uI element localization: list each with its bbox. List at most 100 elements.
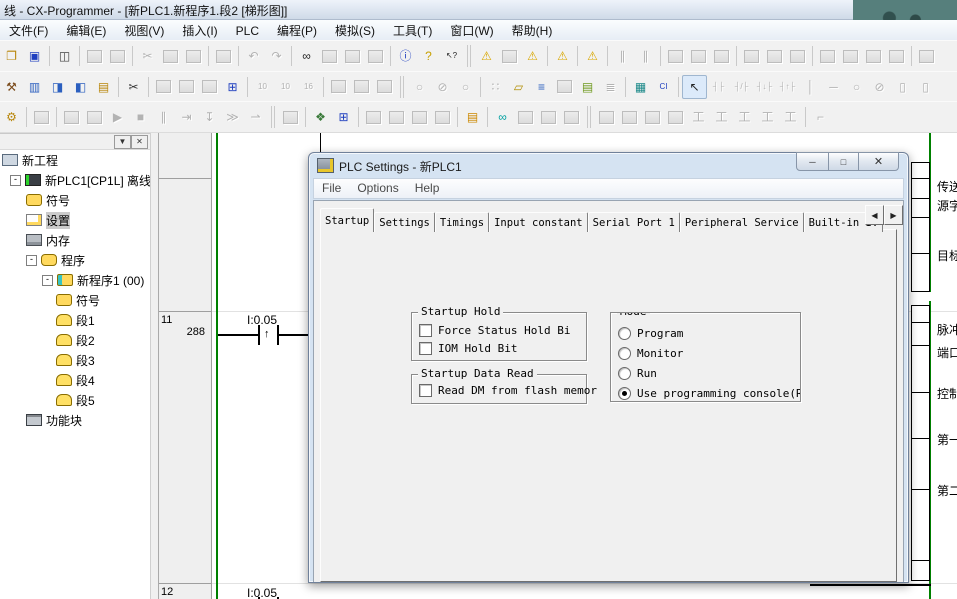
rung-11-contact-bar[interactable] xyxy=(277,325,279,345)
address-list-button[interactable]: ≡ xyxy=(530,76,553,98)
ladder-view-button[interactable]: ▤ xyxy=(576,76,599,98)
tree-item-label: 程序 xyxy=(61,252,85,269)
checkbox[interactable] xyxy=(419,324,432,337)
tree-item-段1[interactable]: 段1 xyxy=(0,310,150,330)
context-help-button[interactable]: ↖? xyxy=(440,45,463,67)
radio[interactable] xyxy=(618,327,631,340)
tree-expander[interactable]: - xyxy=(26,255,37,266)
rung-11-contact-bar[interactable] xyxy=(258,325,260,345)
new-instruction-detail-icon: ▯ xyxy=(922,81,929,93)
tab-scroll-left-button[interactable]: ◀ xyxy=(865,205,884,225)
dialog-title-bar[interactable]: PLC Settings - 新PLC1 ─□✕ xyxy=(309,153,908,178)
zoom-reset-icon: ⊘ xyxy=(437,81,447,93)
tree-item-新程序1 (00)[interactable]: -新程序1 (00) xyxy=(0,270,150,290)
compile-program-check-button[interactable]: ◫ xyxy=(53,45,76,67)
monitor-hex-icon: 16 xyxy=(304,83,313,91)
menu-item[interactable]: PLC xyxy=(227,22,268,42)
cut-icon: ✂ xyxy=(142,50,152,62)
rung-number-column: 11 288 12 xyxy=(157,133,212,599)
find-warning-button[interactable]: ⚠ xyxy=(521,45,544,67)
tab-input-constant[interactable]: Input constant xyxy=(489,212,588,232)
symbol-table-button[interactable]: ▦ xyxy=(629,76,652,98)
panel-splitter[interactable] xyxy=(150,133,159,599)
menu-item[interactable]: 视图(V) xyxy=(115,20,173,40)
tree-item-新PLC1[CP1L] 离线[interactable]: -新PLC1[CP1L] 离线 xyxy=(0,170,150,190)
transfer-warning-button[interactable]: ⚠ xyxy=(551,45,574,67)
tree-item-新工程[interactable]: 新工程 xyxy=(0,150,150,170)
menu-item[interactable]: 帮助(H) xyxy=(503,20,562,40)
transfer-options-icon: ⊞ xyxy=(338,111,348,123)
monitor-decimal-button: 10 xyxy=(251,76,274,98)
close-button[interactable]: ✕ xyxy=(858,152,899,171)
tree-item-程序[interactable]: - 程序 xyxy=(0,250,150,270)
watch-window-button[interactable]: ▥ xyxy=(23,76,46,98)
menu-item[interactable]: 文件(F) xyxy=(0,20,57,40)
menu-item[interactable]: 模拟(S) xyxy=(326,20,384,40)
maximize-button[interactable]: □ xyxy=(828,152,859,171)
menu-item[interactable]: 编辑(E) xyxy=(57,20,115,40)
menu-item[interactable]: 窗口(W) xyxy=(441,20,502,40)
tree-item-段5[interactable]: 段5 xyxy=(0,390,150,410)
dialog-menu-item[interactable]: File xyxy=(314,179,349,195)
workspace-close-button[interactable]: ✕ xyxy=(131,135,148,149)
rung-12-number: 12 xyxy=(161,586,173,598)
tab-peripheral-service[interactable]: Peripheral Service xyxy=(680,212,804,232)
comment-dialog-button[interactable]: ⊞ xyxy=(221,76,244,98)
show-options-button[interactable]: ⚒ xyxy=(0,76,23,98)
online-edit-warning-button[interactable]: ⚠ xyxy=(581,45,604,67)
workspace-dropdown-button[interactable]: ▼ xyxy=(114,135,131,149)
symbol-edit-button[interactable]: ✂ xyxy=(122,76,145,98)
plc-settings-button[interactable]: ⚙ xyxy=(0,106,23,128)
menu-item[interactable]: 插入(I) xyxy=(173,20,226,40)
tree-item-段3[interactable]: 段3 xyxy=(0,350,150,370)
dialog-menu-item[interactable]: Help xyxy=(407,179,448,195)
rung-11-number: 11 xyxy=(161,314,172,326)
tree-item-设置[interactable]: 设置 xyxy=(0,210,150,230)
tree-expander[interactable]: - xyxy=(42,275,53,286)
tree-item-段4[interactable]: 段4 xyxy=(0,370,150,390)
transfer-options-button[interactable]: ⊞ xyxy=(332,106,355,128)
checkbox[interactable] xyxy=(419,384,432,397)
minimize-button[interactable]: ─ xyxy=(796,152,829,171)
watch-sheet-1-button xyxy=(514,106,537,128)
monitor-data-button[interactable]: ▤ xyxy=(461,106,484,128)
tree-item-段2[interactable]: 段2 xyxy=(0,330,150,350)
save-button[interactable]: ▣ xyxy=(23,45,46,67)
tree-expander[interactable]: - xyxy=(10,175,21,186)
mnemonic-view-button: ≣ xyxy=(599,76,622,98)
tree-item-符号[interactable]: 符号 xyxy=(0,290,150,310)
tree-item-功能块[interactable]: 功能块 xyxy=(0,410,150,430)
radio[interactable] xyxy=(618,347,631,360)
tree-item-符号[interactable]: 符号 xyxy=(0,190,150,210)
tab-scroll-right-button[interactable]: ▶ xyxy=(884,205,903,225)
help-button[interactable]: ? xyxy=(417,45,440,67)
comment-eraser-button[interactable]: ▱ xyxy=(507,76,530,98)
menu-item[interactable]: 工具(T) xyxy=(384,20,441,40)
dialog-menu-item[interactable]: Options xyxy=(349,179,406,195)
checkbox[interactable] xyxy=(419,342,432,355)
radio-selected[interactable] xyxy=(618,387,631,400)
compile-button[interactable]: ⚠ xyxy=(475,45,498,67)
tree-item-内存[interactable]: 内存 xyxy=(0,230,150,250)
transfer-to-plc-button[interactable]: ❖ xyxy=(309,106,332,128)
select-mode-button[interactable]: ↖ xyxy=(682,75,707,99)
pause-mode-button: ∥ xyxy=(152,106,175,128)
stop-mode-icon: ■ xyxy=(137,111,144,123)
menu-item[interactable]: 编程(P) xyxy=(268,20,326,40)
about-button[interactable]: ⓘ xyxy=(394,45,417,67)
open-button[interactable]: ❐ xyxy=(0,45,23,67)
tab-serial-port-1[interactable]: Serial Port 1 xyxy=(588,212,680,232)
cross-reference-button[interactable]: ◨ xyxy=(46,76,69,98)
differential-monitor-button[interactable]: ∞ xyxy=(491,106,514,128)
new-coil-button: ○ xyxy=(845,76,868,98)
startup-hold-group: Startup Hold Force Status Hold BiIOM Hol… xyxy=(411,312,587,361)
tab-settings[interactable]: Settings xyxy=(374,212,435,232)
tab-startup[interactable]: Startup xyxy=(320,208,374,232)
find-button[interactable]: ∞ xyxy=(295,45,318,67)
ci-dialog-button[interactable]: CI xyxy=(652,76,675,98)
force-up-2-icon xyxy=(354,80,369,93)
properties-button[interactable]: ▤ xyxy=(92,76,115,98)
tab-timings[interactable]: Timings xyxy=(435,212,489,232)
address-reference-button[interactable]: ◧ xyxy=(69,76,92,98)
radio[interactable] xyxy=(618,367,631,380)
